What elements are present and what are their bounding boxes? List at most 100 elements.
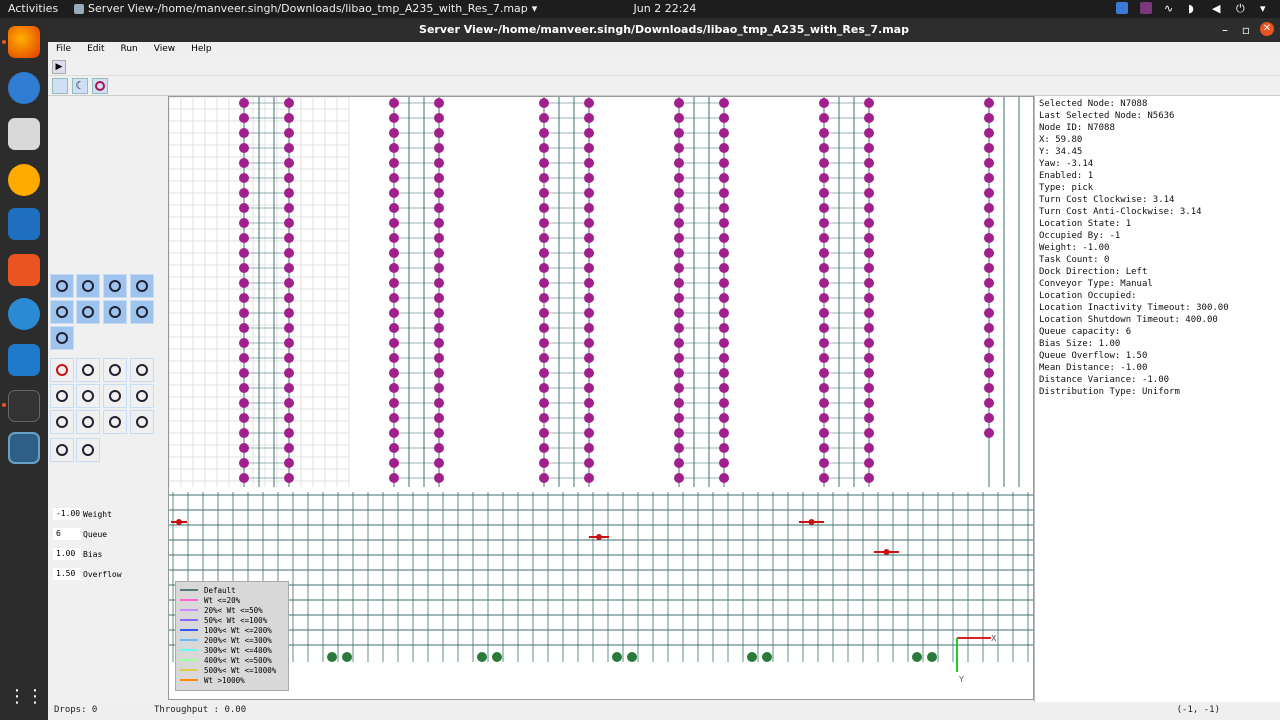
help-icon[interactable] xyxy=(8,298,40,330)
status-bar: Drops: 0 Throughput : 0.00 (-1, -1) xyxy=(48,702,1280,720)
clock[interactable]: Jun 2 22:24 xyxy=(620,2,710,15)
link-nodes-icon[interactable] xyxy=(130,358,154,382)
info-line: Location State: 1 xyxy=(1039,219,1132,229)
charger-icon[interactable] xyxy=(130,410,154,434)
pick-node xyxy=(284,368,294,378)
dashed-edge-icon[interactable] xyxy=(103,274,127,298)
legend-item: 50%< Wt <=100% xyxy=(180,615,284,625)
pick-node xyxy=(284,398,294,408)
tool-glyph xyxy=(109,306,121,318)
tool-glyph xyxy=(56,306,68,318)
pick-node xyxy=(819,128,829,138)
tool-glyph xyxy=(136,280,148,292)
pick-node xyxy=(389,233,399,243)
weight-label: Weight xyxy=(83,509,112,519)
app-menu[interactable]: Server View-/home/manveer.singh/Download… xyxy=(74,2,537,15)
pick-node xyxy=(539,443,549,453)
show-apps-icon[interactable]: ⋮⋮⋮ xyxy=(8,682,62,714)
record-icon[interactable] xyxy=(92,78,108,94)
branch-icon[interactable] xyxy=(50,384,74,408)
node-lines-icon[interactable] xyxy=(50,410,74,434)
delete-node-icon[interactable] xyxy=(50,358,74,382)
legend-swatch xyxy=(180,679,198,681)
node-grid-icon[interactable] xyxy=(50,438,74,462)
files-icon[interactable] xyxy=(8,118,40,150)
weight-property[interactable]: -1.00 Weight xyxy=(53,508,112,520)
firefox-icon[interactable] xyxy=(8,26,40,58)
info-line: Distribution Type: Uniform xyxy=(1039,387,1180,397)
system-tray[interactable]: ∿ ◗ ◀ ⏻ ▾ xyxy=(1116,2,1272,15)
bias-value[interactable]: 1.00 xyxy=(53,548,81,560)
bias-property[interactable]: 1.00 Bias xyxy=(53,548,102,560)
highlight-node xyxy=(808,519,815,525)
tool-glyph xyxy=(82,306,94,318)
terminal-icon[interactable] xyxy=(8,390,40,422)
moon-icon[interactable]: ☾ xyxy=(72,78,88,94)
pick-node xyxy=(984,428,994,438)
info-line: Enabled: 1 xyxy=(1039,171,1094,181)
menu-help[interactable]: Help xyxy=(183,42,220,58)
pick-node xyxy=(239,323,249,333)
node-cluster-icon[interactable] xyxy=(76,274,100,298)
maximize-button[interactable]: ▫ xyxy=(1242,18,1250,42)
pick-node xyxy=(539,113,549,123)
writer-icon[interactable] xyxy=(8,208,40,240)
pick-node xyxy=(539,428,549,438)
chevron-down-icon: ▾ xyxy=(531,2,538,15)
pick-node xyxy=(674,383,684,393)
edge-tool-icon[interactable] xyxy=(50,274,74,298)
overflow-property[interactable]: 1.50 Overflow xyxy=(53,568,122,580)
pick-node xyxy=(984,308,994,318)
node-pair-icon[interactable] xyxy=(103,384,127,408)
queue-label: Queue xyxy=(83,529,108,539)
pick-node xyxy=(389,98,399,108)
edge-node-icon[interactable] xyxy=(130,274,154,298)
path-edge-icon[interactable] xyxy=(130,300,154,324)
info-line: Task Count: 0 xyxy=(1039,255,1110,265)
pick-node xyxy=(674,233,684,243)
pick-node xyxy=(389,218,399,228)
node-block-icon[interactable] xyxy=(76,410,100,434)
thunderbird-icon[interactable] xyxy=(8,72,40,104)
queue-property[interactable]: 6 Queue xyxy=(53,528,107,540)
shield-icon xyxy=(1116,2,1128,14)
node-settings-icon[interactable] xyxy=(52,78,68,94)
tool-glyph xyxy=(109,364,121,376)
menu-view[interactable]: View xyxy=(146,42,183,58)
pick-node xyxy=(434,293,444,303)
pick-node xyxy=(584,263,594,273)
map-graph[interactable]: XY xyxy=(169,97,1034,700)
close-button[interactable]: ✕ xyxy=(1260,22,1274,36)
menu-file[interactable]: File xyxy=(48,42,79,58)
menu-run[interactable]: Run xyxy=(113,42,146,58)
overflow-value[interactable]: 1.50 xyxy=(53,568,81,580)
add-node-icon[interactable] xyxy=(76,300,100,324)
map-canvas[interactable]: XY Default Wt <=20% 20%< Wt <=50% 50%< Wt <… xyxy=(168,96,1034,700)
play-icon[interactable]: ▶ xyxy=(52,60,66,74)
software-icon[interactable] xyxy=(8,254,40,286)
menu-bar: File Edit Run View Help xyxy=(48,42,1280,58)
pick-node xyxy=(819,353,829,363)
pick-node xyxy=(719,308,729,318)
rhythmbox-icon[interactable] xyxy=(8,164,40,196)
node-tag-icon[interactable] xyxy=(103,410,127,434)
node-close-icon[interactable] xyxy=(103,358,127,382)
pick-node xyxy=(864,338,874,348)
node-box-icon[interactable] xyxy=(76,384,100,408)
pick-node xyxy=(434,428,444,438)
node-anchor-icon[interactable] xyxy=(76,358,100,382)
queue-value[interactable]: 6 xyxy=(53,528,81,540)
moon-node-icon[interactable] xyxy=(103,300,127,324)
vscode-icon[interactable] xyxy=(8,344,40,376)
minimize-button[interactable]: – xyxy=(1222,18,1228,42)
menu-edit[interactable]: Edit xyxy=(79,42,112,58)
weight-value[interactable]: -1.00 xyxy=(53,508,81,520)
server-view-icon[interactable] xyxy=(8,432,40,464)
node-edge-icon[interactable] xyxy=(130,384,154,408)
node-refresh-icon[interactable] xyxy=(76,438,100,462)
node-search-icon[interactable] xyxy=(50,326,74,350)
bidirectional-edge-icon[interactable] xyxy=(50,300,74,324)
activities-button[interactable]: Activities xyxy=(8,2,58,15)
pick-node xyxy=(284,158,294,168)
pick-node xyxy=(239,173,249,183)
